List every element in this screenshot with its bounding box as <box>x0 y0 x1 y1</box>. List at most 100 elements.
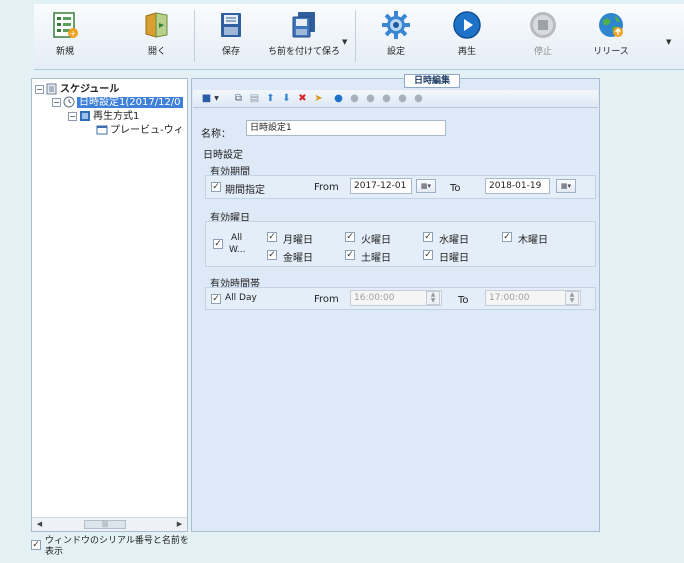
tree-item-preview[interactable]: プレービュ-ウィ <box>96 124 184 138</box>
time-to-spinner[interactable]: ▲ ▼ <box>565 291 579 305</box>
pause-small-icon[interactable]: ● <box>365 93 376 104</box>
toolbar-separator <box>355 10 356 62</box>
release-button-label: リリース <box>593 47 629 57</box>
sunday-label: 日曜日 <box>439 253 469 264</box>
play-small-icon[interactable]: ● <box>333 93 344 104</box>
thursday-checkbox[interactable]: ✓ <box>502 232 512 242</box>
stop-icon <box>530 12 556 38</box>
new-button[interactable]: + 新規 <box>36 6 94 66</box>
paste-icon[interactable]: ▤ <box>249 93 260 104</box>
sunday-checkbox[interactable]: ✓ <box>423 250 433 260</box>
toolbar-separator <box>194 10 195 62</box>
serial-option-label: ウィンドウのシリアル番号と名前を表示 <box>45 536 189 557</box>
scroll-right-icon[interactable]: ▶ <box>174 519 185 530</box>
tree-root-label: スケジュール <box>60 84 120 95</box>
period-from-label: From <box>314 182 339 193</box>
time-to-label: To <box>458 295 469 306</box>
collapse-icon[interactable]: − <box>35 84 44 94</box>
all-day-label: All Day <box>225 293 257 303</box>
tree-item-playback-label: 再生方式1 <box>93 111 140 122</box>
period-to-input[interactable]: 2018-01-19 <box>485 178 550 194</box>
time-from-label: From <box>314 294 339 305</box>
chevron-down-icon[interactable]: ▼ <box>211 93 222 104</box>
period-from-input[interactable]: 2017-12-01 <box>350 178 412 194</box>
calendar-dropdown-icon[interactable]: ▦▾ <box>416 179 436 193</box>
play-icon <box>453 11 481 39</box>
save-button[interactable]: 保存 <box>202 6 260 66</box>
play-button[interactable]: 再生 <box>438 6 496 66</box>
arrow-icon[interactable]: ➤ <box>313 93 324 104</box>
calendar-dropdown-icon[interactable]: ▦▾ <box>556 179 576 193</box>
tree-item-datetime[interactable]: − 日時設定1(2017/12/0 <box>52 96 183 110</box>
stop-button-label: 停止 <box>533 47 552 57</box>
release-button[interactable]: リリース <box>582 6 640 66</box>
serial-option-checkbox[interactable]: ✓ <box>31 540 41 550</box>
save-icon <box>221 13 241 37</box>
friday-label: 金曜日 <box>283 253 313 264</box>
delete-icon[interactable]: ✖ <box>297 93 308 104</box>
new-button-label: 新規 <box>55 47 74 57</box>
all-weekdays-label-2: W... <box>229 245 246 255</box>
schedule-tree: − スケジュール − 日時設定1(2017/12/0 − 再生方式1 プレービュ-ウィ… <box>31 78 188 532</box>
tree-horizontal-scrollbar[interactable]: ◀ ||| ▶ <box>32 517 187 531</box>
tuesday-label: 火曜日 <box>361 235 391 246</box>
chevron-down-icon[interactable]: ▼ <box>342 38 347 46</box>
serial-option: ✓ ウィンドウのシリアル番号と名前を表示 <box>31 532 191 563</box>
period-checkbox-label: 期間指定 <box>225 185 265 196</box>
name-label: 名称： <box>201 129 231 140</box>
save-as-button[interactable]: ち前を付けて保ろ <box>264 6 344 66</box>
name-input[interactable]: 日時設定1 <box>246 120 446 136</box>
scroll-left-icon[interactable]: ◀ <box>34 519 45 530</box>
all-weekdays-label-1: All <box>231 233 243 243</box>
monday-checkbox[interactable]: ✓ <box>267 232 277 242</box>
new-schedule-icon: + <box>53 12 78 38</box>
stop-button[interactable]: 停止 <box>514 6 572 66</box>
saturday-label: 土曜日 <box>361 253 391 264</box>
prev-small-icon[interactable]: ● <box>381 93 392 104</box>
next-small-icon[interactable]: ● <box>397 93 408 104</box>
period-to-label: To <box>450 183 461 194</box>
chevron-down-icon[interactable]: ▼ <box>666 38 671 46</box>
gear-icon <box>382 11 410 39</box>
save-button-label: 保存 <box>221 47 240 57</box>
save-as-icon <box>292 12 315 38</box>
schedule-icon <box>46 83 57 95</box>
globe-release-icon <box>599 13 623 37</box>
scroll-thumb[interactable]: ||| <box>84 520 126 529</box>
all-day-checkbox[interactable]: ✓ <box>211 294 221 304</box>
friday-checkbox[interactable]: ✓ <box>267 250 277 260</box>
thursday-label: 木曜日 <box>518 235 548 246</box>
open-button[interactable]: 開く <box>128 6 186 66</box>
section-title: 日時設定 <box>203 150 243 161</box>
tuesday-checkbox[interactable]: ✓ <box>345 232 355 242</box>
wednesday-label: 水曜日 <box>439 235 469 246</box>
move-down-icon[interactable]: ⬇ <box>281 93 292 104</box>
ribbon-toolbar: + 新規 開く 保存 ち前を付けて保ろ ▼ 設定 再生 停止 リリース ▼ <box>34 4 684 70</box>
collapse-icon[interactable]: − <box>68 111 77 121</box>
copy-icon[interactable]: ⧉ <box>233 93 244 104</box>
monday-label: 月曜日 <box>283 235 313 246</box>
clock-icon <box>63 96 75 108</box>
saturday-checkbox[interactable]: ✓ <box>345 250 355 260</box>
open-folder-icon <box>145 12 168 38</box>
tree-item-playback[interactable]: − 再生方式1 <box>68 110 139 124</box>
tree-item-datetime-label: 日時設定1(2017/12/0 <box>77 97 183 108</box>
settings-button[interactable]: 設定 <box>367 6 425 66</box>
tree-root[interactable]: − スケジュール <box>35 83 119 97</box>
window-icon <box>96 125 108 135</box>
editor-toolbar: ■ ▼ ⧉ ▤ ⬆ ⬇ ✖ ➤ ● ● ● ● ● ● <box>193 90 598 108</box>
settings-button-label: 設定 <box>386 47 405 57</box>
stop-small-icon[interactable]: ● <box>349 93 360 104</box>
open-button-label: 開く <box>147 47 166 57</box>
svg-text:+: + <box>70 29 77 38</box>
playback-icon <box>80 111 90 121</box>
time-from-spinner[interactable]: ▲ ▼ <box>426 291 440 305</box>
tree-item-preview-label: プレービュ-ウィ <box>110 125 184 136</box>
period-checkbox[interactable]: ✓ <box>211 182 221 192</box>
all-weekdays-checkbox[interactable]: ✓ <box>213 239 223 249</box>
move-up-icon[interactable]: ⬆ <box>265 93 276 104</box>
wednesday-checkbox[interactable]: ✓ <box>423 232 433 242</box>
collapse-icon[interactable]: − <box>52 97 61 107</box>
editor-tab-title: 日時編集 <box>404 74 460 88</box>
record-small-icon[interactable]: ● <box>413 93 424 104</box>
